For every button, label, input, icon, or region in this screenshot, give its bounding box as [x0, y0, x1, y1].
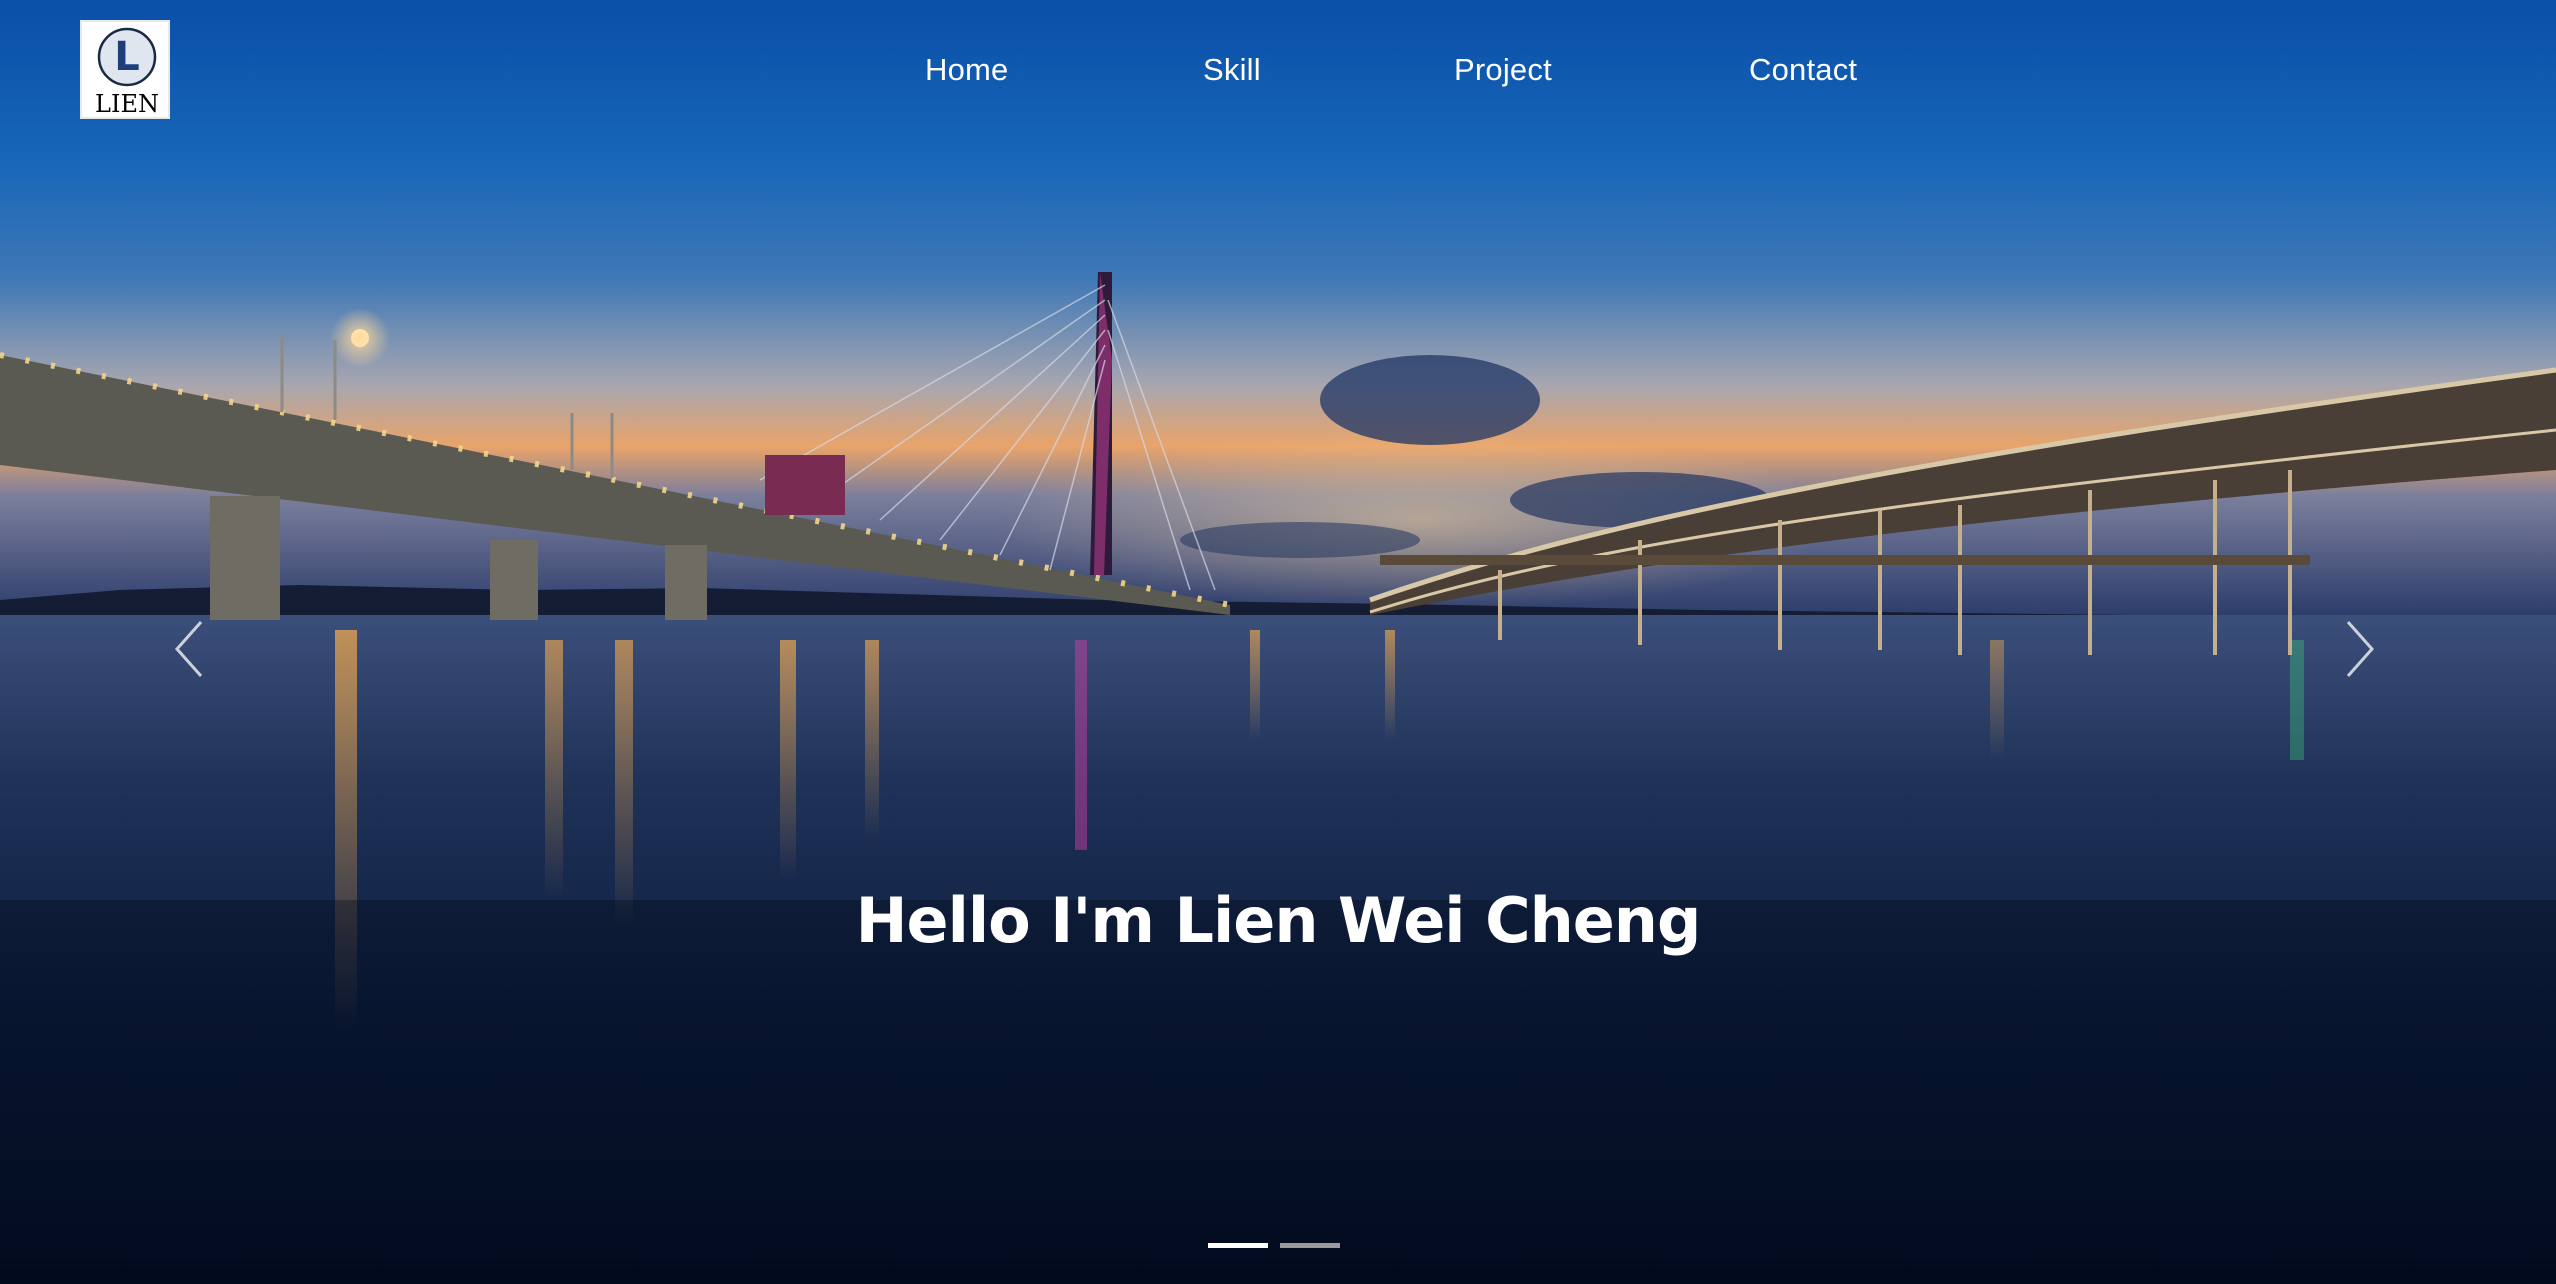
hero-carousel: L LIEN Home Skill Project Contact Hello …	[0, 0, 2556, 1284]
logo-letter: L	[114, 34, 140, 80]
hero-headline: Hello I'm Lien Wei Cheng	[855, 884, 1702, 957]
nav-skill-link[interactable]: Skill	[1203, 52, 1261, 88]
site-logo[interactable]: L LIEN	[80, 20, 170, 119]
nav-project-link[interactable]: Project	[1454, 52, 1552, 88]
nav-contact-link[interactable]: Contact	[1749, 52, 1857, 88]
carousel-indicator-1[interactable]	[1208, 1243, 1268, 1248]
logo-mark: L LIEN	[95, 27, 159, 118]
logo-text: LIEN	[95, 90, 159, 118]
carousel-indicator-2[interactable]	[1280, 1243, 1340, 1248]
carousel-next-button[interactable]	[2334, 614, 2384, 684]
chevron-left-icon	[174, 621, 203, 677]
hero-background-image	[0, 0, 2556, 1284]
top-navbar: L LIEN Home Skill Project Contact	[0, 0, 2556, 150]
carousel-prev-button[interactable]	[165, 614, 215, 684]
nav-home-link[interactable]: Home	[925, 52, 1009, 88]
chevron-right-icon	[2346, 621, 2375, 677]
